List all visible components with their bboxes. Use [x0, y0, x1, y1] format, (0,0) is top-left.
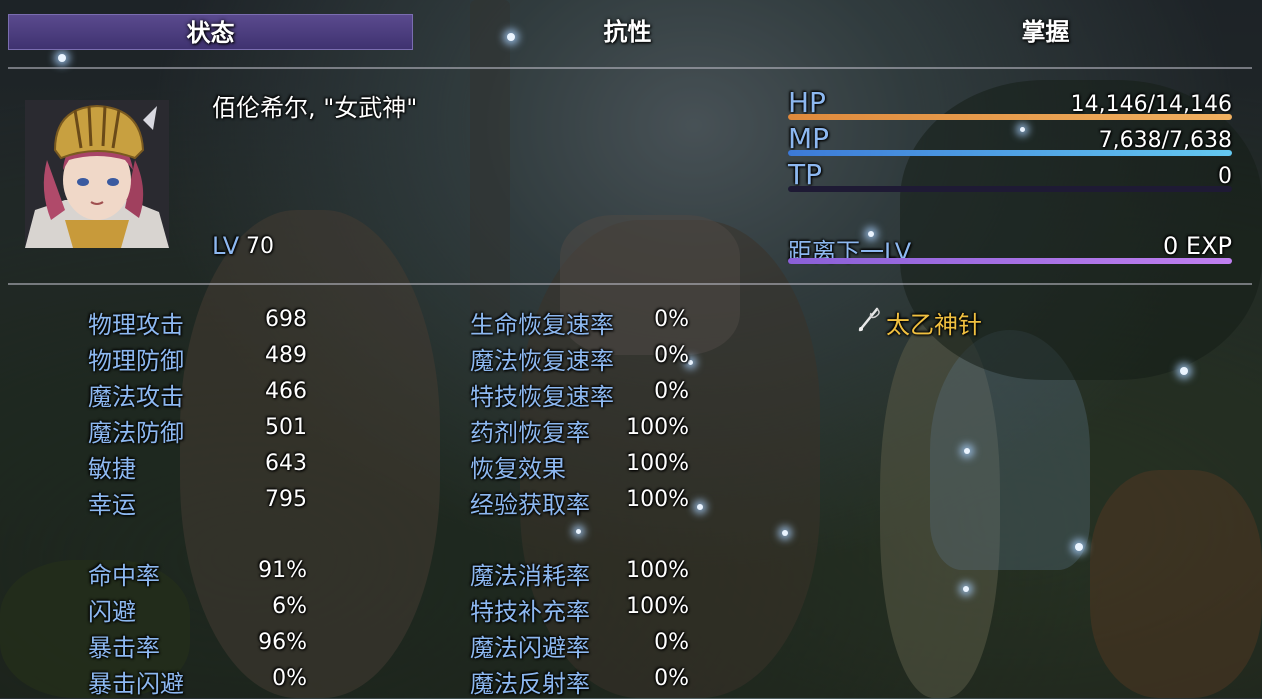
xparams-label: 闪避: [88, 598, 136, 626]
actor-portrait: [25, 100, 169, 248]
xparams-value: 6%: [272, 594, 307, 619]
section-divider: [8, 283, 1252, 285]
params-value: 643: [265, 451, 307, 476]
params-label: 魔法攻击: [88, 383, 184, 411]
sparkle-particle: [576, 529, 581, 534]
regen-value: 0%: [654, 343, 689, 368]
regen-label: 药剂恢复率: [470, 419, 590, 447]
exp-value: 0 EXP: [1163, 232, 1232, 260]
mp-bar: [788, 150, 1232, 156]
xparams-value: 0%: [272, 666, 307, 691]
params-label: 敏捷: [88, 455, 136, 483]
params-label: 幸运: [88, 491, 136, 519]
regen-label: 恢复效果: [470, 455, 566, 483]
xparams-value: 91%: [258, 558, 307, 583]
sparams-value: 100%: [626, 594, 689, 619]
sparams-label: 魔法闪避率: [470, 634, 590, 662]
sparams-value: 0%: [654, 666, 689, 691]
sparkle-particle: [782, 530, 788, 536]
xparams-label: 暴击闪避: [88, 670, 184, 698]
sparkle-particle: [1075, 543, 1083, 551]
params-value: 698: [265, 307, 307, 332]
params-value: 489: [265, 343, 307, 368]
params-label: 魔法防御: [88, 419, 184, 447]
params-value: 795: [265, 487, 307, 512]
sparkle-particle: [963, 586, 969, 592]
sparams-label: 特技补充率: [470, 598, 590, 626]
xparams-value: 96%: [258, 630, 307, 655]
params-value: 501: [265, 415, 307, 440]
regen-value: 100%: [626, 415, 689, 440]
regen-label: 生命恢复速率: [470, 311, 614, 339]
regen-value: 100%: [626, 487, 689, 512]
xparams-label: 暴击率: [88, 634, 160, 662]
params-value: 466: [265, 379, 307, 404]
regen-value: 100%: [626, 451, 689, 476]
regen-value: 0%: [654, 307, 689, 332]
params-label: 物理攻击: [88, 311, 184, 339]
regen-label: 经验获取率: [470, 491, 590, 519]
xparams-label: 命中率: [88, 562, 160, 590]
hp-bar: [788, 114, 1232, 120]
sparkle-particle: [964, 448, 970, 454]
regen-label: 特技恢复速率: [470, 383, 614, 411]
sparkle-particle: [1180, 367, 1188, 375]
needle-icon: [857, 305, 883, 337]
level-label: LV: [212, 232, 240, 260]
tab-status[interactable]: 状态: [8, 14, 413, 50]
level-value: 70: [246, 234, 274, 259]
params-label: 物理防御: [88, 347, 184, 375]
sparams-label: 魔法消耗率: [470, 562, 590, 590]
sparams-label: 魔法反射率: [470, 670, 590, 698]
regen-label: 魔法恢复速率: [470, 347, 614, 375]
header-divider: [8, 67, 1252, 69]
tab-mastery[interactable]: 掌握: [843, 14, 1248, 50]
actor-name: 佰伦希尔, "女武神": [212, 94, 418, 122]
tab-bar: 状态 抗性 掌握: [0, 0, 1262, 60]
regen-value: 0%: [654, 379, 689, 404]
equipment-name: 太乙神针: [886, 311, 982, 339]
sparams-value: 0%: [654, 630, 689, 655]
tab-resistance[interactable]: 抗性: [425, 14, 830, 50]
tp-bar: [788, 186, 1232, 192]
sparkle-particle: [697, 504, 703, 510]
sparams-value: 100%: [626, 558, 689, 583]
exp-bar: [788, 258, 1232, 264]
